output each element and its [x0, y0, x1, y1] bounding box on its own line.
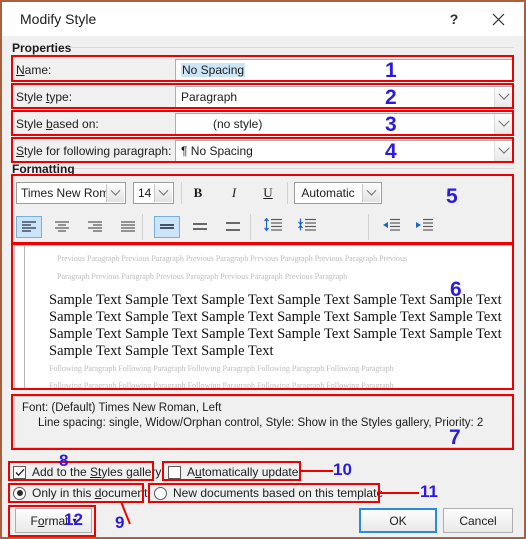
formatting-group-rule: [74, 168, 514, 169]
close-icon[interactable]: [476, 2, 520, 36]
only-this-document-radio[interactable]: Only in this document: [13, 486, 147, 500]
name-label: Name:: [16, 63, 52, 77]
preview-divider: [24, 246, 25, 388]
title-bar: Modify Style ?: [2, 2, 524, 36]
font-color-select[interactable]: Automatic: [294, 182, 382, 204]
dialog-title: Modify Style: [20, 11, 97, 27]
annotation-leader-11: [380, 492, 419, 494]
toolbar-separator: [250, 214, 251, 240]
preview-sample-line-1: Sample Text Sample Text Sample Text Samp…: [49, 292, 502, 308]
toolbar-separator: [142, 214, 143, 240]
preview-sample-line-4: Sample Text Sample Text Sample Text: [49, 343, 274, 359]
chevron-down-icon[interactable]: [494, 87, 512, 107]
annotation-number-11: 11: [420, 482, 438, 501]
name-input-value: No Spacing: [181, 63, 246, 77]
annotation-number-5: 5: [446, 185, 458, 208]
underline-button[interactable]: U: [256, 182, 280, 204]
properties-group-rule: [68, 47, 514, 48]
annotation-leader-10: [301, 470, 333, 472]
style-type-select[interactable]: Paragraph: [175, 86, 513, 108]
style-based-on-label: Style based on:: [16, 117, 99, 131]
add-to-gallery-label: Add to the Styles gallery: [32, 465, 162, 479]
formatting-group-label: Formatting: [12, 162, 80, 176]
preview-following-line-2: Following Paragraph Following Paragraph …: [49, 381, 394, 389]
new-documents-label: New documents based on this template: [173, 486, 384, 500]
preview-sample-line-2: Sample Text Sample Text Sample Text Samp…: [49, 309, 502, 325]
chevron-down-icon[interactable]: [362, 184, 380, 202]
preview-sample-line-3: Sample Text Sample Text Sample Text Samp…: [49, 326, 502, 342]
font-family-select[interactable]: Times New Roman: [16, 182, 126, 204]
align-right-icon[interactable]: [82, 216, 108, 238]
line-spacing-single-icon[interactable]: [154, 216, 180, 238]
chevron-down-icon: ▾: [72, 516, 77, 525]
decrease-indent-icon[interactable]: [378, 214, 404, 236]
align-justify-icon[interactable]: [115, 216, 141, 238]
description-line-1: Font: (Default) Times New Roman, Left: [22, 402, 222, 414]
radio-selected-icon[interactable]: [13, 486, 26, 500]
ok-button[interactable]: OK: [359, 508, 437, 533]
add-to-gallery-checkbox[interactable]: Add to the Styles gallery: [13, 465, 161, 479]
automatically-update-checkbox[interactable]: Automatically update: [168, 465, 298, 479]
chevron-down-icon[interactable]: [494, 141, 512, 161]
toolbar-separator: [181, 182, 182, 204]
help-icon[interactable]: ?: [432, 2, 476, 36]
annotation-leader-9: [120, 501, 131, 525]
new-documents-radio[interactable]: New documents based on this template: [154, 486, 383, 500]
chevron-down-icon[interactable]: [154, 184, 172, 202]
line-spacing-double-icon[interactable]: [220, 216, 246, 238]
style-type-label: Style type:: [16, 90, 73, 104]
ok-button-label: OK: [389, 513, 407, 528]
toolbar-separator: [368, 214, 369, 240]
style-following-paragraph-label: Style for following paragraph:: [16, 144, 172, 158]
space-before-paragraph-icon[interactable]: [260, 214, 286, 236]
modify-style-dialog: Modify Style ? Properties Name: No Spaci…: [0, 0, 526, 539]
style-description: Font: (Default) Times New Roman, Left Li…: [14, 396, 514, 448]
align-left-icon[interactable]: [16, 216, 42, 238]
style-based-on-select[interactable]: (no style): [175, 113, 513, 135]
description-line-2: Line spacing: single, Widow/Orphan contr…: [38, 417, 484, 429]
preview-previous-line-1: Previous Paragraph Previous Paragraph Pr…: [57, 254, 408, 263]
annotation-number-9: 9: [115, 513, 125, 532]
style-type-value: Paragraph: [181, 90, 238, 104]
chevron-down-icon[interactable]: [494, 114, 512, 134]
bold-button[interactable]: B: [186, 182, 210, 204]
toolbar-separator: [287, 182, 288, 204]
font-size-value: 14: [138, 186, 152, 200]
radio-unselected-icon[interactable]: [154, 486, 167, 500]
font-color-value: Automatic: [301, 186, 355, 200]
cancel-button[interactable]: Cancel: [443, 508, 513, 533]
preview-following-line-1: Following Paragraph Following Paragraph …: [49, 364, 394, 373]
font-size-select[interactable]: 14: [133, 182, 174, 204]
cancel-button-label: Cancel: [459, 513, 497, 528]
format-button-label: Format: [30, 513, 69, 528]
only-this-document-label: Only in this document: [32, 486, 148, 500]
style-based-on-value: (no style): [213, 117, 263, 131]
align-center-icon[interactable]: [49, 216, 75, 238]
name-input[interactable]: No Spacing: [175, 59, 513, 81]
style-following-paragraph-value: ¶ No Spacing: [181, 144, 253, 158]
preview-previous-line-2: Paragraph Previous Paragraph Previous Pa…: [57, 272, 348, 281]
line-spacing-1-5-icon[interactable]: [187, 216, 213, 238]
checkbox-checked-icon[interactable]: [13, 465, 26, 479]
style-preview: Previous Paragraph Previous Paragraph Pr…: [14, 245, 514, 389]
space-after-paragraph-icon[interactable]: [294, 214, 320, 236]
automatically-update-label: Automatically update: [187, 465, 299, 479]
annotation-number-10: 10: [333, 460, 352, 479]
checkbox-unchecked-icon[interactable]: [168, 465, 181, 479]
format-button[interactable]: Format ▾: [15, 508, 92, 533]
style-following-paragraph-select[interactable]: ¶ No Spacing: [175, 140, 513, 162]
increase-indent-icon[interactable]: [411, 214, 437, 236]
chevron-down-icon[interactable]: [106, 184, 124, 202]
properties-group-label: Properties: [12, 41, 77, 55]
italic-button[interactable]: I: [222, 182, 246, 204]
